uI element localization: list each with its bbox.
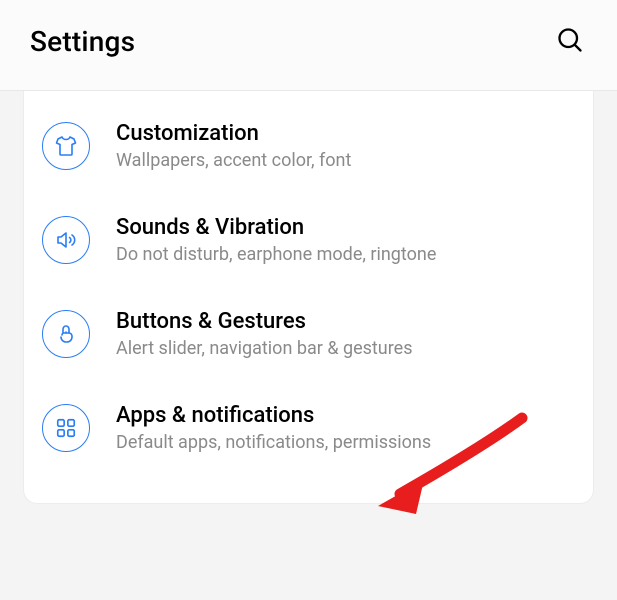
shirt-icon <box>42 122 90 170</box>
page-title: Settings <box>30 25 135 58</box>
settings-item-subtitle: Do not disturb, earphone mode, ringtone <box>116 244 436 265</box>
apps-grid-icon <box>42 404 90 452</box>
settings-item-sounds[interactable]: Sounds & Vibration Do not disturb, earph… <box>24 193 593 287</box>
search-button[interactable] <box>553 24 587 58</box>
settings-item-apps[interactable]: Apps & notifications Default apps, notif… <box>24 381 593 475</box>
search-icon <box>556 26 584 57</box>
speaker-icon <box>42 216 90 264</box>
settings-item-title: Apps & notifications <box>116 403 431 428</box>
settings-item-buttons[interactable]: Buttons & Gestures Alert slider, navigat… <box>24 287 593 381</box>
settings-list: Customization Wallpapers, accent color, … <box>23 91 594 504</box>
settings-item-title: Buttons & Gestures <box>116 309 413 334</box>
settings-item-subtitle: Default apps, notifications, permissions <box>116 432 431 453</box>
settings-item-title: Customization <box>116 121 351 146</box>
settings-item-customization[interactable]: Customization Wallpapers, accent color, … <box>24 99 593 193</box>
settings-item-text: Buttons & Gestures Alert slider, navigat… <box>116 309 413 359</box>
header: Settings <box>0 0 617 91</box>
settings-item-subtitle: Wallpapers, accent color, font <box>116 150 351 171</box>
settings-item-subtitle: Alert slider, navigation bar & gestures <box>116 338 413 359</box>
settings-item-text: Apps & notifications Default apps, notif… <box>116 403 431 453</box>
tap-icon <box>42 310 90 358</box>
settings-item-text: Customization Wallpapers, accent color, … <box>116 121 351 171</box>
settings-item-title: Sounds & Vibration <box>116 215 436 240</box>
settings-item-text: Sounds & Vibration Do not disturb, earph… <box>116 215 436 265</box>
